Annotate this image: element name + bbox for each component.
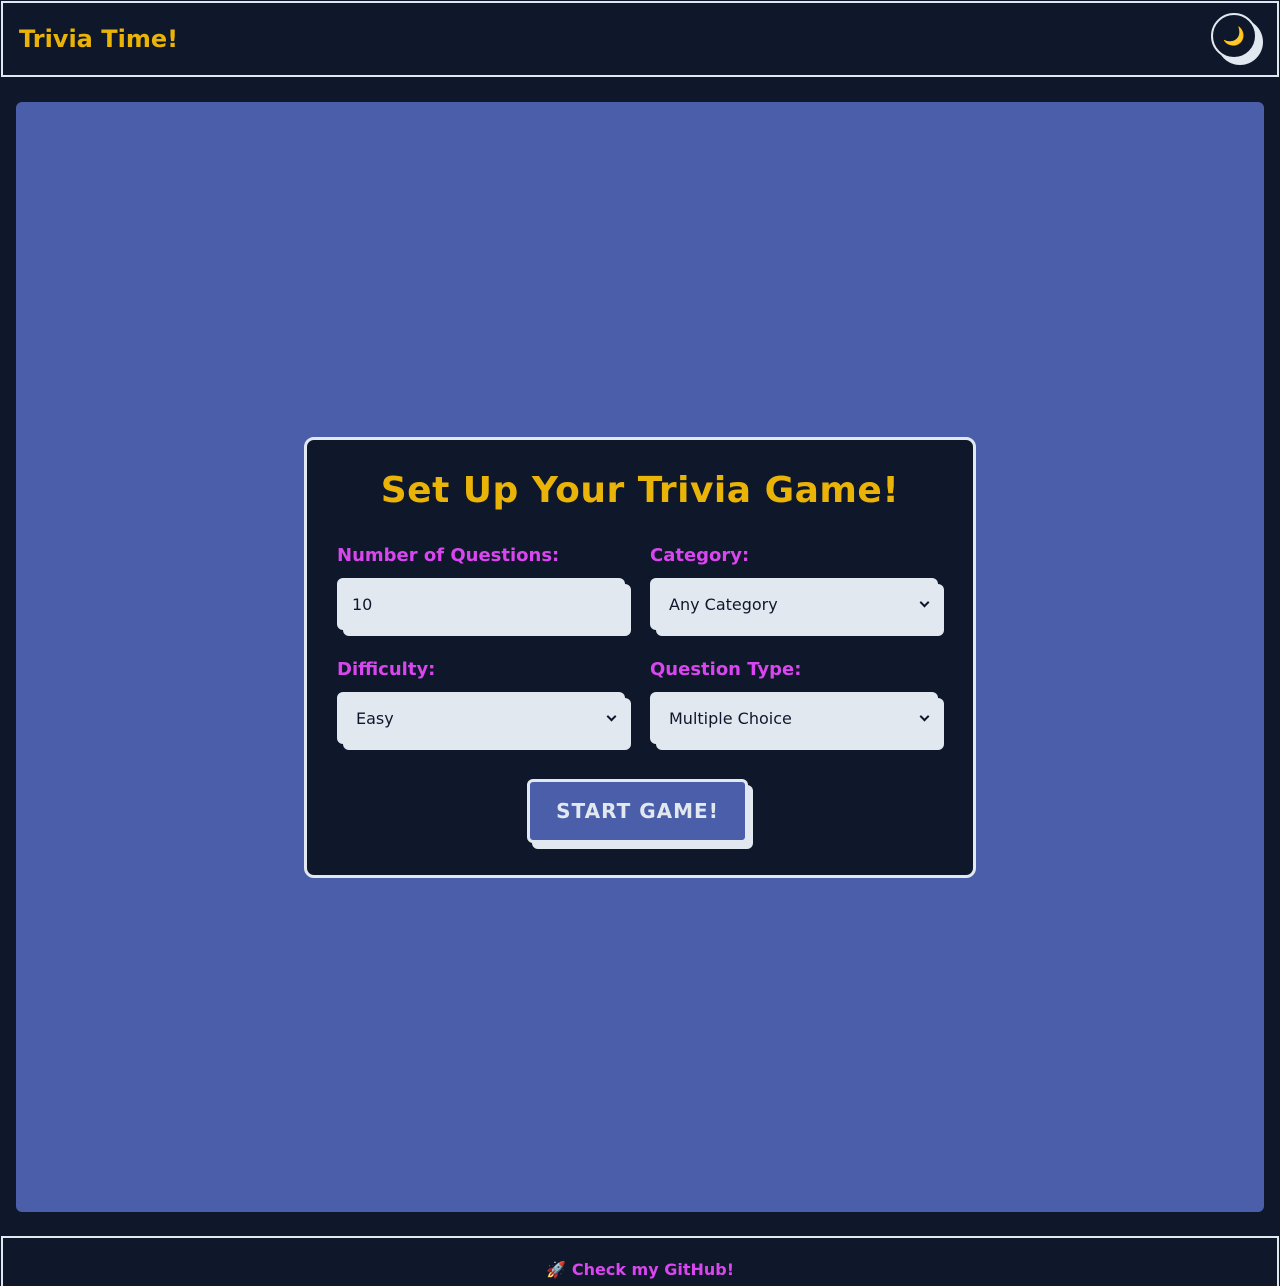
category-field: Category: Any Category	[650, 545, 944, 637]
moon-icon: 🌙	[1222, 25, 1246, 47]
theme-toggle-button[interactable]: 🌙	[1211, 13, 1257, 59]
type-select-value: Multiple Choice	[669, 708, 792, 728]
questions-field: Number of Questions: 10	[337, 545, 631, 637]
start-button-wrap: START GAME!	[527, 779, 753, 849]
setup-title: Set Up Your Trivia Game!	[380, 470, 900, 511]
theme-toggle-container: 🌙	[1211, 13, 1263, 65]
difficulty-select-wrap: Easy	[337, 692, 631, 751]
questions-label: Number of Questions:	[337, 545, 560, 566]
questions-input[interactable]: 10	[337, 578, 625, 630]
type-select[interactable]: Multiple Choice	[650, 692, 938, 744]
start-game-button[interactable]: START GAME!	[527, 779, 748, 843]
chevron-down-icon	[919, 711, 930, 721]
rocket-icon: 🚀	[545, 1260, 566, 1279]
app-title: Trivia Time!	[19, 25, 179, 53]
type-select-wrap: Multiple Choice	[650, 692, 944, 751]
chevron-down-icon	[919, 597, 930, 607]
setup-form: Number of Questions: 10 Category: Any Ca…	[337, 545, 944, 773]
category-label: Category:	[650, 545, 750, 566]
github-link[interactable]: 🚀 Check my GitHub!	[546, 1253, 734, 1286]
category-select-value: Any Category	[669, 594, 778, 614]
app-header: Trivia Time! 🌙	[1, 1, 1279, 77]
questions-input-wrap: 10	[337, 578, 631, 637]
difficulty-select-value: Easy	[356, 708, 394, 728]
chevron-down-icon	[606, 711, 617, 721]
category-select[interactable]: Any Category	[650, 578, 938, 630]
difficulty-select[interactable]: Easy	[337, 692, 625, 744]
difficulty-label: Difficulty:	[337, 659, 436, 680]
category-select-wrap: Any Category	[650, 578, 944, 637]
difficulty-field: Difficulty: Easy	[337, 659, 631, 751]
type-field: Question Type: Multiple Choice	[650, 659, 944, 751]
questions-input-value: 10	[352, 594, 373, 614]
type-label: Question Type:	[650, 659, 802, 680]
app-footer: 🚀 Check my GitHub!	[1, 1236, 1279, 1286]
main-content: Set Up Your Trivia Game! Number of Quest…	[16, 102, 1264, 1212]
github-link-label: Check my GitHub!	[571, 1260, 735, 1279]
setup-card: Set Up Your Trivia Game! Number of Quest…	[304, 437, 976, 878]
